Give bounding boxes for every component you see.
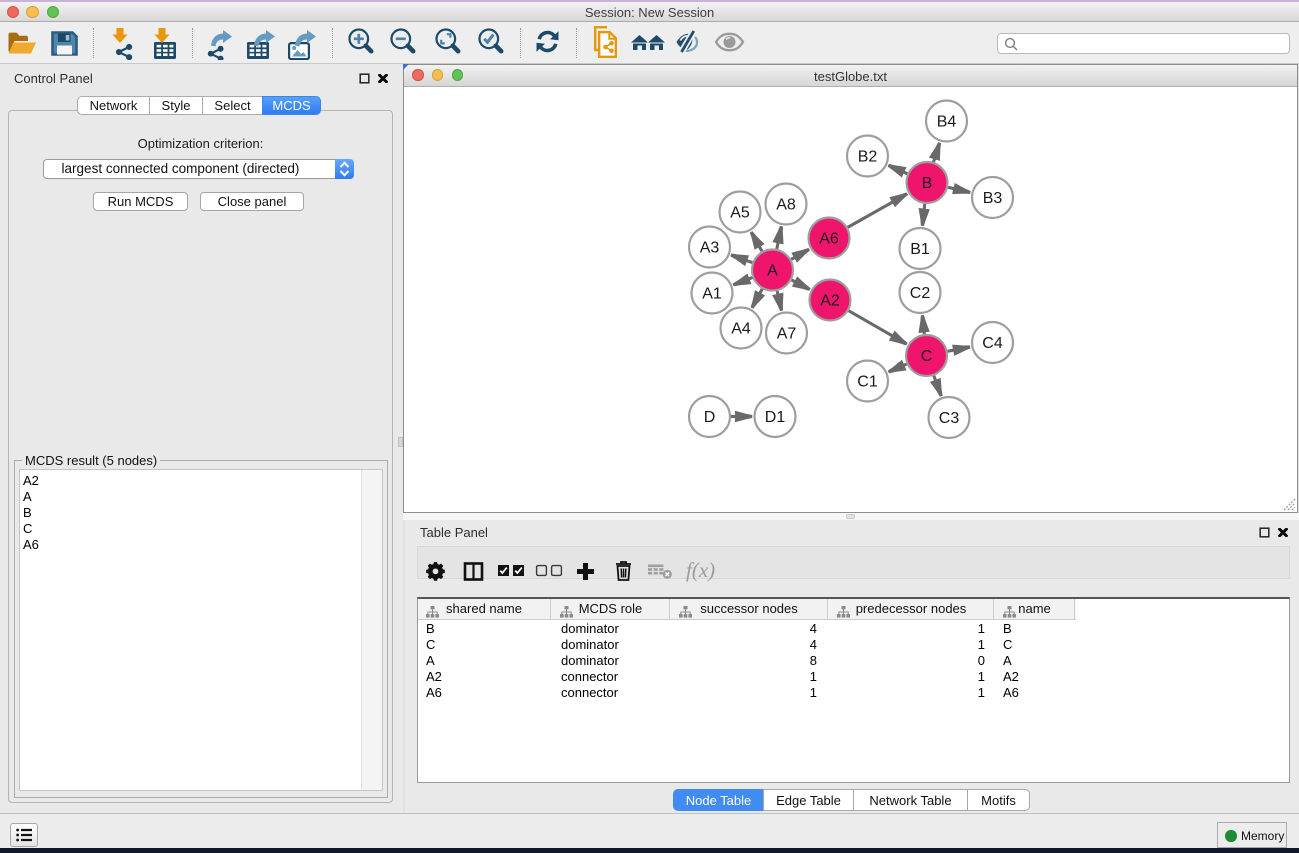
svg-text:B3: B3 [983, 190, 1003, 207]
svg-text:D: D [704, 409, 716, 426]
svg-text:B: B [922, 175, 933, 192]
svg-text:A1: A1 [702, 286, 722, 303]
svg-text:D1: D1 [765, 409, 786, 426]
svg-text:C3: C3 [939, 410, 960, 427]
svg-text:B4: B4 [937, 114, 957, 131]
svg-text:C1: C1 [857, 374, 878, 391]
svg-text:A7: A7 [777, 326, 797, 343]
svg-text:A5: A5 [730, 205, 750, 222]
svg-text:C4: C4 [982, 335, 1003, 352]
svg-text:A4: A4 [731, 321, 751, 338]
svg-text:A6: A6 [819, 231, 839, 248]
svg-text:C: C [921, 348, 933, 365]
svg-text:B1: B1 [910, 241, 930, 258]
svg-text:A2: A2 [820, 293, 840, 310]
svg-text:A8: A8 [776, 197, 796, 214]
svg-text:A3: A3 [700, 240, 720, 257]
svg-text:B2: B2 [858, 149, 878, 166]
svg-text:C2: C2 [910, 285, 931, 302]
svg-text:A: A [767, 263, 778, 280]
